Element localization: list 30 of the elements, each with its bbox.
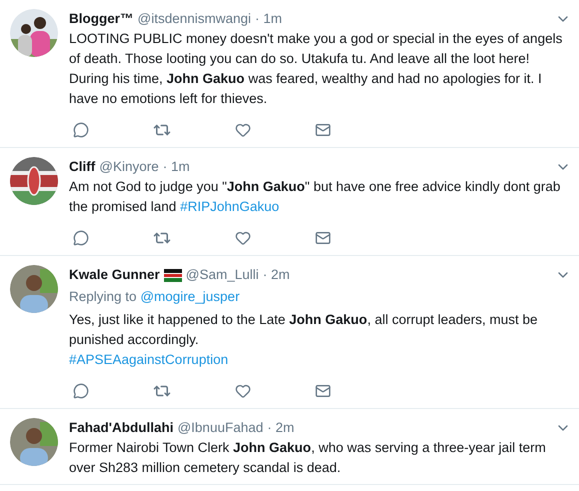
user-name[interactable]: Blogger™ — [69, 9, 134, 29]
user-handle[interactable]: @Kinyore — [99, 157, 159, 177]
user-handle[interactable]: @itsdennismwangi — [138, 9, 252, 29]
hashtag-link[interactable]: #APSEAagainstCorruption — [69, 352, 228, 367]
user-name[interactable]: Cliff — [69, 157, 96, 177]
user-handle[interactable]: @Sam_Lulli — [186, 265, 259, 285]
message-icon[interactable] — [315, 383, 331, 399]
message-icon[interactable] — [315, 230, 331, 246]
mention-link[interactable]: @mogire_jusper — [140, 289, 240, 304]
like-icon[interactable] — [235, 122, 251, 138]
flag-icon — [164, 268, 182, 282]
message-icon[interactable] — [315, 122, 331, 138]
tweet-text: LOOTING PUBLIC money doesn't make you a god or special in the eyes of angels of death. Those looting you can do so. Utakufa tu. And leave all the loot here! During his time, John Gakuo was feared, wealthy and had no apologies for it. I have no emotions left for thieves. — [69, 30, 564, 108]
user-handle[interactable]: @IbnuuFahad — [177, 418, 264, 438]
reply-icon[interactable] — [73, 383, 89, 399]
timestamp[interactable]: · 1m — [255, 9, 282, 29]
reply-icon[interactable] — [73, 230, 89, 246]
user-name[interactable]: Kwale Gunner — [69, 265, 160, 285]
timestamp[interactable]: · 1m — [162, 157, 190, 177]
tweet-text: Former Nairobi Town Clerk John Gakuo, who was serving a three-year jail term over Sh283 million cemetery scandal is dead. — [69, 439, 547, 477]
like-icon[interactable] — [235, 383, 251, 399]
replying-to-label: Replying to — [69, 289, 137, 304]
tweet-text: Yes, just like it happened to the Late John Gakuo, all corrupt leaders, must be punished accordingly. #APSEAagainstCorruption — [69, 311, 539, 369]
like-icon[interactable] — [235, 230, 251, 246]
hashtag-link[interactable]: #RIPJohnGakuo — [180, 199, 280, 214]
tweet-text: Am not God to judge you "John Gakuo" but have one free advice kindly dont grab the promised land #RIPJohnGakuo — [69, 178, 562, 216]
timestamp[interactable]: · 2m — [267, 418, 294, 438]
user-name[interactable]: Fahad'Abdullahi — [69, 418, 174, 438]
timestamp[interactable]: · 2m — [262, 265, 290, 285]
reply-icon[interactable] — [73, 122, 89, 138]
